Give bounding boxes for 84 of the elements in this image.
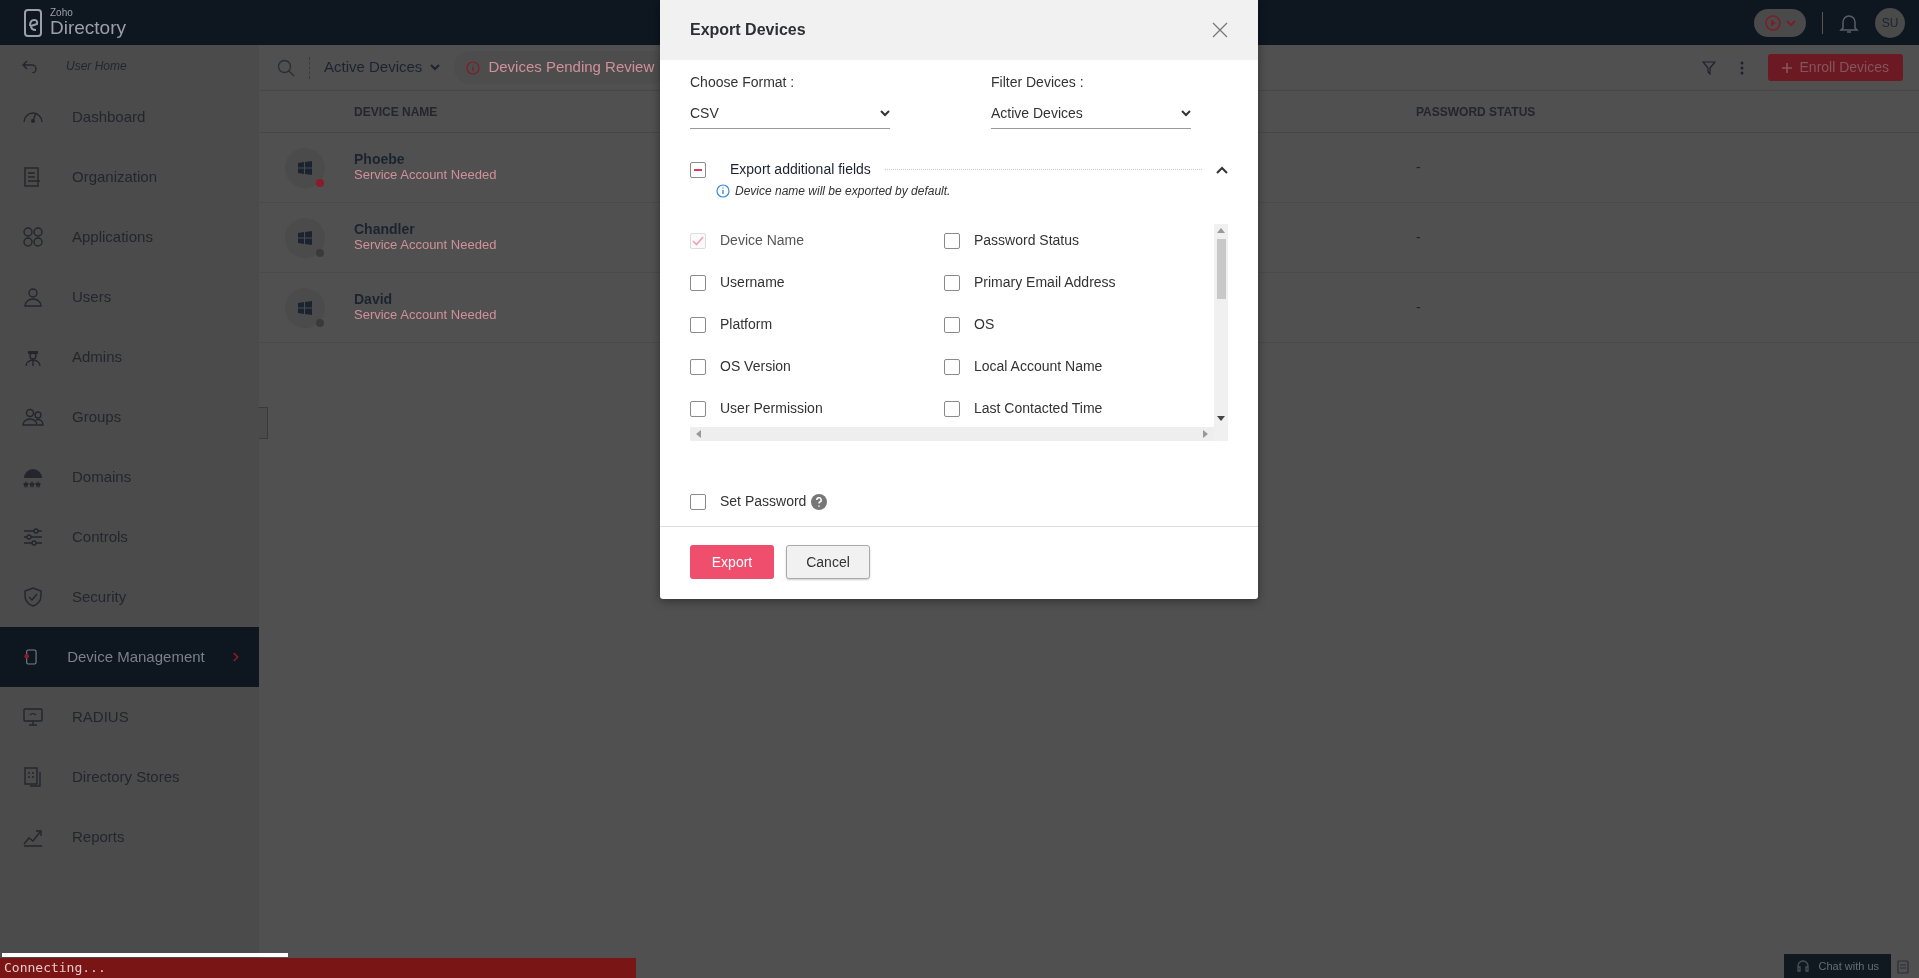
cancel-button[interactable]: Cancel [786,545,870,579]
help-icon [811,493,828,510]
filter-icon [1701,60,1716,75]
sidebar-item[interactable]: Device Management [0,627,259,687]
checkbox-label: Device Name [720,231,805,250]
checkbox-label: Primary Email Address [974,273,1116,292]
field-label: Choose Format : [690,73,796,92]
chevron-icon [232,651,239,663]
checkbox[interactable] [690,274,706,291]
scroll-left-icon[interactable] [696,430,701,438]
close-icon [1212,22,1228,38]
shield-icon [22,586,44,608]
status-text: Service Account Needed [354,167,497,185]
scrollbar-thumb[interactable] [1216,239,1226,299]
horizontal-scrollbar[interactable] [690,427,1214,441]
minus-icon [694,168,702,171]
checkbox-label: Username [720,273,785,292]
checkbox[interactable] [944,232,960,249]
status-text: Service Account Needed [354,307,497,325]
monitor-icon [22,706,44,728]
caret-icon [430,64,441,71]
checkbox-label: OS Version [720,357,791,376]
checkbox-label: Platform [720,315,773,334]
info-note: Device name will be exported by default. [735,183,951,200]
status-text: Service Account Needed [354,237,497,255]
back-arrow-icon [22,59,38,73]
checkbox[interactable] [944,274,960,291]
table-cell-text: - [1416,158,1421,177]
checkbox-label: Last Contacted Time [974,399,1103,418]
checkbox[interactable] [690,358,706,375]
headset-icon [1796,959,1811,973]
export-button[interactable]: Export [690,545,774,579]
check-icon [692,235,704,246]
logo-icon [22,7,44,38]
table-cell-text: - [1416,228,1421,247]
section-title: Export additional fields [730,160,871,179]
checkbox[interactable] [944,400,960,417]
checkbox[interactable] [944,316,960,333]
meeting-menu-button[interactable] [1754,8,1806,37]
windows-icon [298,160,312,175]
checkbox-label: Local Account Name [974,357,1103,376]
chevron-up-icon [1216,165,1228,174]
windows-icon [298,300,312,315]
enroll-button[interactable]: Enroll Devices [1767,54,1903,81]
table-cell-text: - [1416,298,1421,317]
checkbox-label: Password Status [974,231,1080,250]
logo-caption: Zoho [50,8,74,18]
caret-icon [1181,110,1191,117]
chat-button[interactable]: Chat with us [1784,954,1891,978]
group-icon [22,406,44,428]
search-icon [277,58,295,77]
caret-icon [880,110,890,117]
checkbox[interactable] [690,493,706,510]
checkbox[interactable] [690,400,706,417]
select-field[interactable]: Active Devices [991,99,1191,129]
scroll-down-icon[interactable] [1217,416,1225,421]
windows-icon [298,230,312,245]
user-icon [22,286,44,308]
plus-icon [1781,62,1792,73]
select-field[interactable]: CSV [690,99,890,129]
notes-icon [1897,960,1909,974]
checkbox-label: Set Password [720,492,807,511]
collapse-button[interactable] [1216,165,1228,174]
select-all-checkbox[interactable] [690,161,706,178]
sliders-icon [22,526,44,548]
info-icon [466,60,481,75]
scroll-right-icon[interactable] [1203,430,1208,438]
server-icon [22,766,44,788]
field-label: Filter Devices : [991,73,1085,92]
checkbox-label: OS [974,315,995,334]
play-icon [1764,13,1782,32]
info-icon [716,184,730,198]
tablet-icon [22,646,40,668]
checkbox[interactable] [690,316,706,333]
close-button[interactable] [1212,22,1228,38]
logo-text: Directory [50,18,126,37]
checkbox-label: User Permission [720,399,823,418]
scroll-up-icon[interactable] [1217,228,1225,233]
grid-icon [22,226,44,248]
more-icon [1739,60,1744,75]
caret-icon [1786,18,1796,27]
vertical-scrollbar[interactable] [1214,224,1228,441]
checkbox[interactable] [944,358,960,375]
dialog-title: Export Devices [690,20,806,40]
